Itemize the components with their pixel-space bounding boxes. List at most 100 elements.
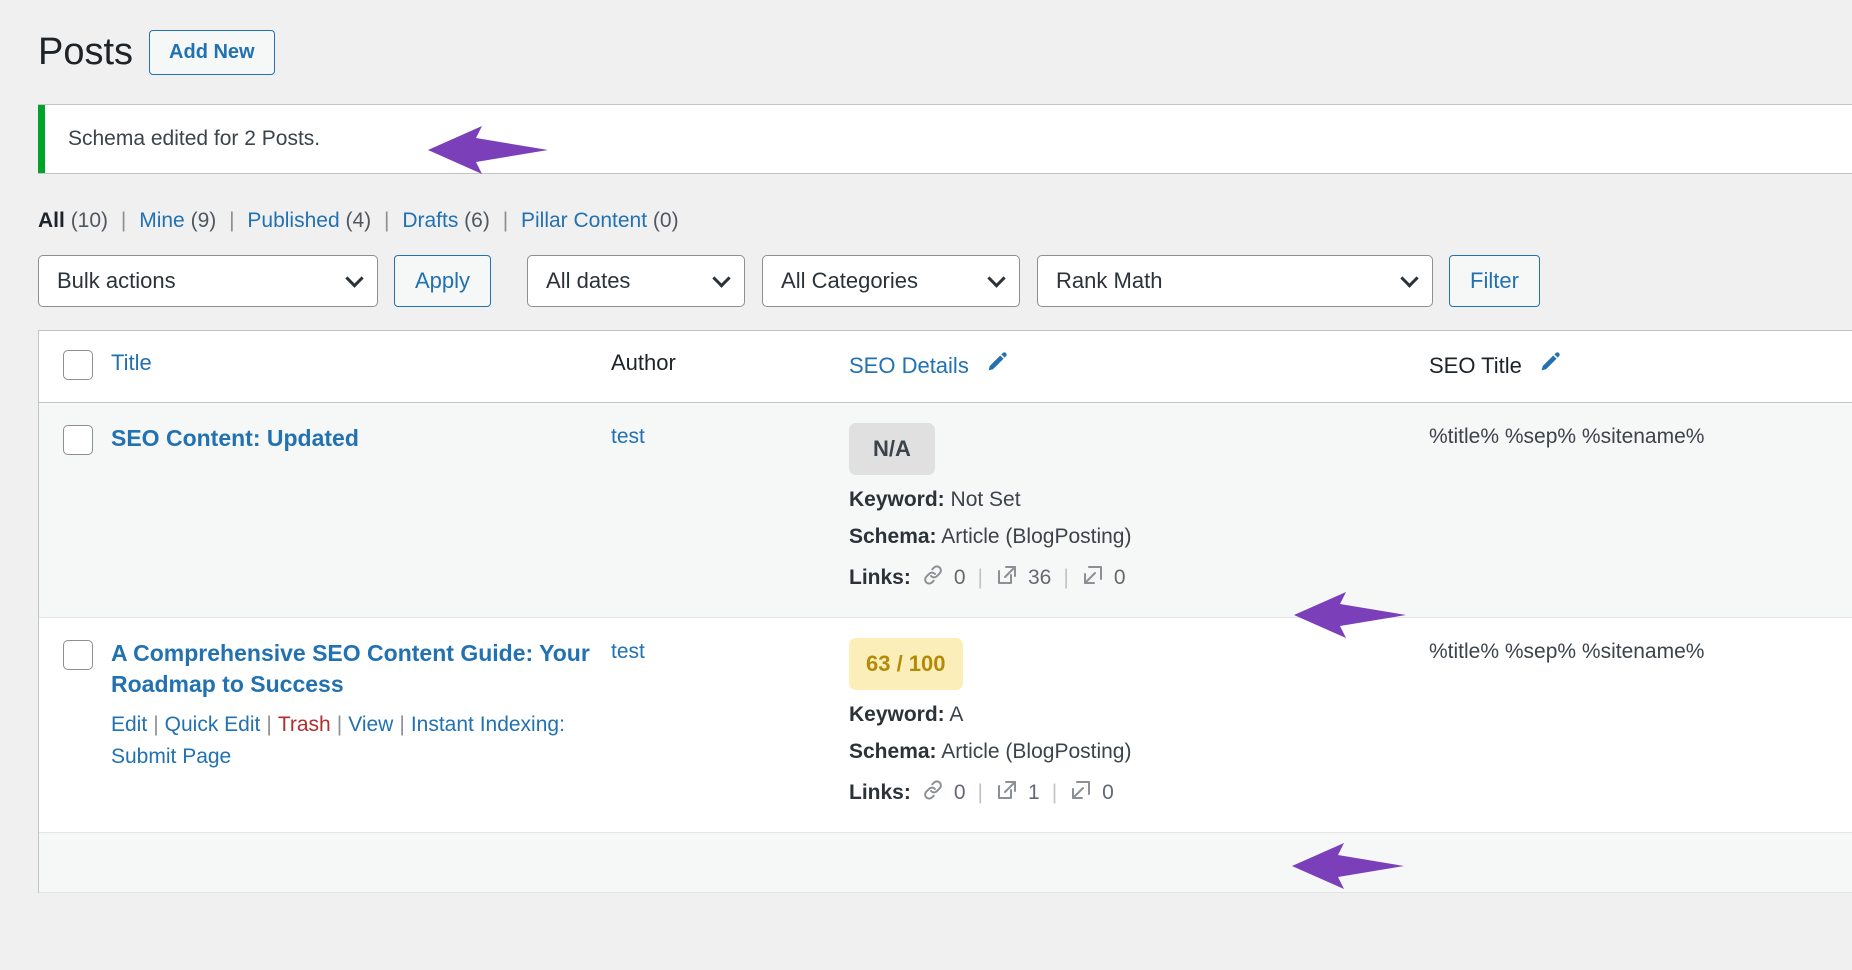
category-filter-select[interactable]: All Categories [762,254,1021,307]
filter-link-all[interactable]: All (10) [38,209,114,232]
select-all-cell [39,331,111,402]
filter-link-pillar-content-count: (0) [652,208,679,232]
edit-pencil-icon[interactable] [1537,350,1563,382]
column-header-seo-details[interactable]: SEO Details [849,353,969,378]
filter-button[interactable]: Filter [1449,254,1540,307]
row-title-cell: A Comprehensive SEO Content Guide: Your … [111,618,611,832]
row-action-separator: | [336,713,343,737]
add-new-button[interactable]: Add New [149,30,275,76]
date-filter-value: All dates [546,267,631,293]
row-author-cell: test [611,618,849,832]
links-divider: | [977,565,983,589]
column-header-title[interactable]: Title [111,350,152,375]
row-seo-title-cell: %title% %sep% %sitename% [1429,618,1852,832]
page-header: Posts Add New [0,0,1852,76]
row-seo-details-cell: 63 / 100 Keyword: A Schema: Article (Blo… [849,618,1429,832]
external-links-count: 36 [1028,565,1052,589]
filter-link-mine-label: Mine [139,208,185,232]
chain-link-icon [921,778,945,808]
seo-score-badge: 63 / 100 [849,637,963,690]
column-header-seo-title: SEO Title [1429,352,1522,378]
row-action-separator: | [399,713,405,737]
chevron-down-icon [987,268,1006,288]
filter-link-mine[interactable]: Mine (9) [133,209,222,232]
filter-link-drafts-count: (6) [464,208,490,232]
row-1-schema: Schema: Article (BlogPosting) [849,740,1429,764]
author-link[interactable]: test [611,640,645,663]
row-select-checkbox[interactable] [63,639,93,670]
table-row-partial [39,832,1852,893]
chevron-down-icon [345,268,364,288]
column-header-seo-details-cell: SEO Details [849,331,1429,402]
column-header-seo-title-cell: SEO Title [1429,331,1852,402]
bulk-actions-value: Bulk actions [57,267,176,293]
row-action-quick-edit[interactable]: Quick Edit [165,713,261,736]
incoming-link-icon [1081,563,1105,593]
filter-link-all-label: All [38,208,65,232]
filter-link-pillar-content[interactable]: Pillar Content (0) [515,208,679,232]
row-select-cell [39,403,111,617]
links-divider: | [1063,565,1069,589]
row-action-view[interactable]: View [348,713,393,736]
row-action-trash[interactable]: Trash [278,713,331,736]
row-select-cell [39,618,111,832]
outgoing-links-count: 0 [1113,565,1126,589]
column-header-title-cell: Title [111,331,611,402]
row-actions: Edit | Quick Edit | Trash | View | Instant Index… [111,709,599,772]
select-all-checkbox[interactable] [63,349,93,380]
keyword-line: Keyword: Not Set [849,488,1429,512]
edit-pencil-icon[interactable] [984,350,1010,382]
keyword-line: Keyword: A [849,703,1429,727]
rank-math-filter-select[interactable]: Rank Math [1037,254,1434,307]
schema-label: Schema: [849,739,937,763]
filter-link-published[interactable]: Published (4) [242,209,377,232]
filter-separator: | [120,208,127,232]
row-action-separator: | [153,713,159,737]
filter-separator: | [384,208,390,232]
links-line: Links: 0 | 36 | 0 [849,563,1429,593]
seo-title-value[interactable]: %title% %sep% %sitename% [1429,640,1704,663]
row-author-cell: test [611,403,849,617]
author-link[interactable]: test [611,425,645,448]
row-select-checkbox[interactable] [63,424,93,455]
filter-link-drafts-label: Drafts [402,208,459,232]
filter-link-drafts[interactable]: Drafts (6) [396,209,495,232]
bulk-actions-select[interactable]: Bulk actions [38,254,378,307]
apply-button[interactable]: Apply [394,254,492,307]
internal-links-count: 0 [953,565,966,589]
date-filter-select[interactable]: All dates [527,254,746,307]
table-row: A Comprehensive SEO Content Guide: Your … [39,618,1852,833]
schema-value: Article (BlogPosting) [941,524,1132,548]
row-title-cell: SEO Content: Updated [111,403,611,617]
post-title-link[interactable]: SEO Content: Updated [111,423,599,455]
table-header-row: Title Author SEO Details SEO Title [39,331,1852,403]
seo-title-value[interactable]: %title% %sep% %sitename% [1429,425,1704,448]
outgoing-links-count: 0 [1102,780,1114,804]
filter-link-mine-count: (9) [190,208,217,232]
keyword-value: A [949,702,964,726]
internal-links-count: 0 [953,780,966,804]
external-links-count: 1 [1028,780,1040,804]
column-header-author-cell: Author [611,331,849,402]
links-divider: | [977,780,983,804]
links-label: Links: [849,780,911,804]
chevron-down-icon [1400,268,1419,288]
links-divider: | [1051,780,1058,804]
keyword-label: Keyword: [849,702,945,726]
table-row: SEO Content: Updated test N/A Keyword: N… [39,402,1852,618]
page-title: Posts [38,31,134,73]
notice-message: Schema edited for 2 Posts. [68,126,321,150]
post-title-link[interactable]: A Comprehensive SEO Content Guide: Your … [111,638,599,701]
external-link-icon [995,563,1019,593]
row-action-edit[interactable]: Edit [111,713,147,736]
filter-separator: | [229,208,235,232]
post-status-filter-links: All (10) | Mine (9) | Published (4) | Dr… [38,209,1852,233]
row-action-separator: | [266,713,272,737]
keyword-value: Not Set [950,487,1021,511]
success-notice: Schema edited for 2 Posts. [38,103,1852,174]
row-select-cell [39,833,111,892]
filter-link-published-label: Published [247,208,340,232]
filter-separator: | [502,208,509,232]
filter-link-published-count: (4) [345,208,372,232]
chain-link-icon [921,563,945,593]
